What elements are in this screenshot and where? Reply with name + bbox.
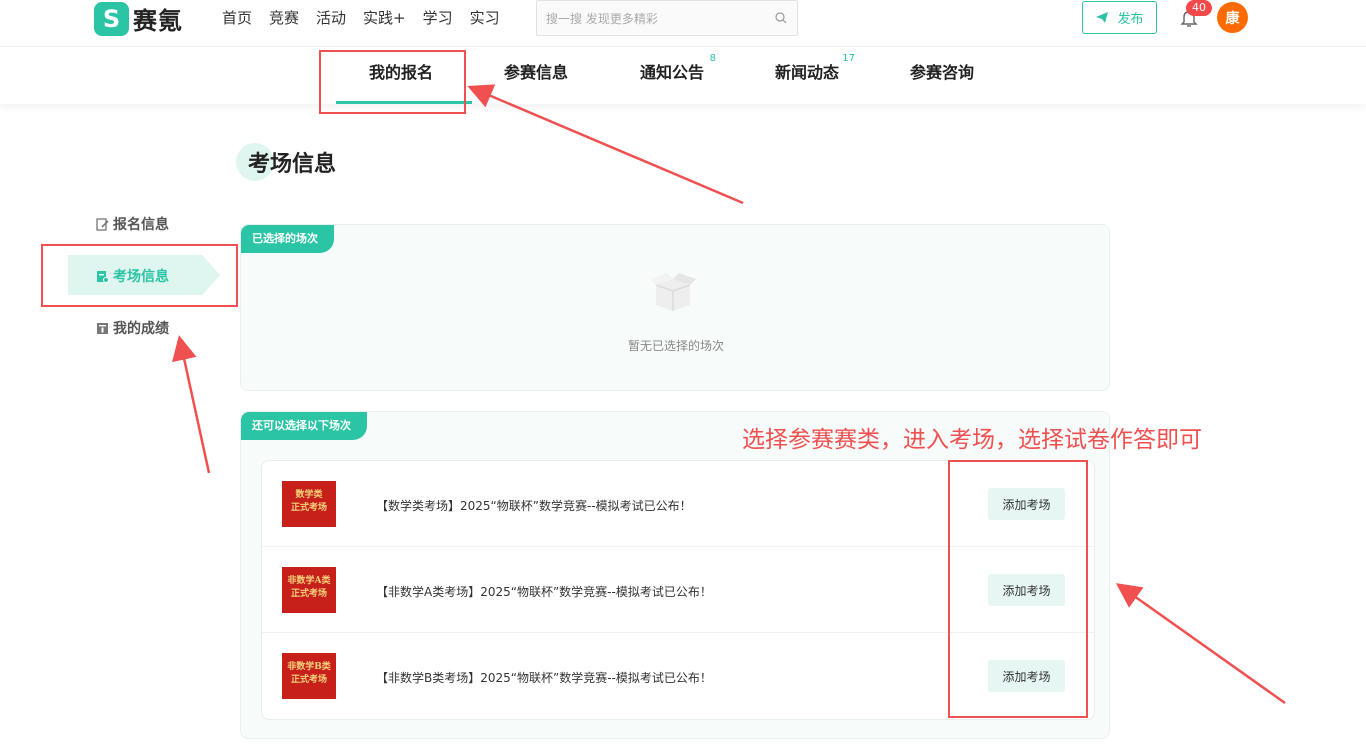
nav-competition[interactable]: 竞赛 bbox=[269, 8, 299, 28]
session-title[interactable]: 【数学类考场】2025“物联杯”数学竞赛--模拟考试已公布！ bbox=[376, 497, 692, 514]
session-thumbnail: 非数学B类 正式考场 bbox=[282, 653, 336, 699]
edit-icon bbox=[96, 217, 109, 231]
notification-badge: 40 bbox=[1186, 0, 1212, 16]
list-item: 非数学A类 正式考场 【非数学A类考场】2025“物联杯”数学竞赛--模拟考试已… bbox=[262, 547, 1094, 633]
list-item: 非数学B类 正式考场 【非数学B类考场】2025“物联杯”数学竞赛--模拟考试已… bbox=[262, 633, 1094, 719]
active-tab-indicator bbox=[336, 101, 472, 104]
nav-activity[interactable]: 活动 bbox=[316, 8, 346, 28]
sidebar-item-label: 我的成绩 bbox=[113, 321, 169, 337]
tab-competition-info[interactable]: 参赛信息 bbox=[504, 59, 568, 105]
list-item: 数学类 正式考场 【数学类考场】2025“物联杯”数学竞赛--模拟考试已公布！ … bbox=[262, 461, 1094, 547]
tab-label: 通知公告 bbox=[640, 63, 705, 82]
session-list: 数学类 正式考场 【数学类考场】2025“物联杯”数学竞赛--模拟考试已公布！ … bbox=[261, 460, 1095, 720]
thumb-text: 数学类 bbox=[295, 490, 323, 500]
available-sessions-panel: 还可以选择以下场次 数学类 正式考场 【数学类考场】2025“物联杯”数学竞赛-… bbox=[240, 411, 1110, 739]
session-title[interactable]: 【非数学A类考场】2025“物联杯”数学竞赛--模拟考试已公布！ bbox=[376, 583, 712, 600]
sidebar-item-registration[interactable]: 报名信息 bbox=[96, 214, 169, 234]
selected-sessions-tag: 已选择的场次 bbox=[241, 225, 334, 253]
thumb-text: 非数学B类 bbox=[287, 662, 331, 672]
tab-news[interactable]: 新闻动态 17 bbox=[775, 53, 855, 105]
avatar[interactable]: 康 bbox=[1217, 2, 1248, 33]
exam-icon bbox=[97, 270, 109, 283]
arrow-to-tab bbox=[467, 84, 744, 205]
logo[interactable]: S 赛氪 bbox=[94, 1, 183, 36]
thumb-text: 正式考场 bbox=[290, 589, 327, 599]
thumb-text: 正式考场 bbox=[290, 503, 327, 513]
sidebar-item-label: 考场信息 bbox=[113, 269, 169, 285]
tab-notices[interactable]: 通知公告 8 bbox=[640, 53, 716, 105]
publish-label: 发布 bbox=[1117, 11, 1144, 26]
available-sessions-tag: 还可以选择以下场次 bbox=[241, 412, 367, 440]
search-box bbox=[536, 0, 798, 36]
add-exam-room-button[interactable]: 添加考场 bbox=[988, 488, 1065, 520]
nav-study[interactable]: 学习 bbox=[423, 8, 453, 28]
nav-home[interactable]: 首页 bbox=[222, 8, 252, 28]
tab-label: 新闻动态 bbox=[775, 63, 840, 82]
arrow-to-sidebar bbox=[172, 335, 211, 474]
sub-nav: 我的报名 参赛信息 通知公告 8 新闻动态 17 参赛咨询 bbox=[0, 46, 1366, 104]
empty-state-text: 暂无已选择的场次 bbox=[627, 339, 724, 353]
search-icon[interactable] bbox=[775, 12, 787, 24]
thumb-text: 正式考场 bbox=[290, 675, 327, 685]
arrow-to-buttons bbox=[1115, 583, 1286, 705]
score-icon bbox=[97, 322, 108, 334]
sidebar-item-scores[interactable]: 我的成绩 bbox=[96, 318, 169, 338]
session-thumbnail: 数学类 正式考场 bbox=[282, 481, 336, 527]
tab-count-badge: 8 bbox=[709, 53, 717, 64]
tab-label: 参赛咨询 bbox=[910, 63, 975, 82]
logo-text: 赛氪 bbox=[133, 7, 183, 35]
annotation-text: 选择参赛赛类，进入考场，选择试卷作答即可 bbox=[742, 427, 1202, 453]
tab-label: 我的报名 bbox=[369, 63, 434, 82]
send-icon bbox=[1096, 12, 1109, 23]
sidebar-item-exam-room[interactable]: 考场信息 bbox=[96, 266, 169, 286]
search-input[interactable] bbox=[546, 10, 766, 28]
publish-button[interactable]: 发布 bbox=[1082, 1, 1157, 34]
nav-practice[interactable]: 实践+ bbox=[363, 8, 406, 28]
logo-mark: S bbox=[94, 1, 129, 36]
main-nav: 首页 竞赛 活动 实践+ 学习 实习 bbox=[222, 8, 517, 28]
page-title: 考场信息 bbox=[248, 152, 337, 177]
nav-internship[interactable]: 实习 bbox=[470, 8, 500, 28]
add-exam-room-button[interactable]: 添加考场 bbox=[988, 574, 1065, 606]
session-title[interactable]: 【非数学B类考场】2025“物联杯”数学竞赛--模拟考试已公布！ bbox=[376, 669, 712, 686]
add-exam-room-button[interactable]: 添加考场 bbox=[988, 660, 1065, 692]
tab-count-badge: 17 bbox=[842, 53, 856, 64]
session-thumbnail: 非数学A类 正式考场 bbox=[282, 567, 336, 613]
tab-consult[interactable]: 参赛咨询 bbox=[910, 59, 974, 105]
sidebar-item-label: 报名信息 bbox=[113, 217, 169, 233]
selected-sessions-panel: 已选择的场次 暂无已选择的场次 bbox=[240, 224, 1110, 391]
tab-label: 参赛信息 bbox=[504, 63, 569, 82]
thumb-text: 非数学A类 bbox=[287, 576, 331, 586]
empty-box-icon bbox=[650, 273, 696, 311]
top-header: S 赛氪 首页 竞赛 活动 实践+ 学习 实习 发布 40 康 bbox=[0, 0, 1366, 46]
tab-my-registration[interactable]: 我的报名 bbox=[369, 59, 433, 105]
